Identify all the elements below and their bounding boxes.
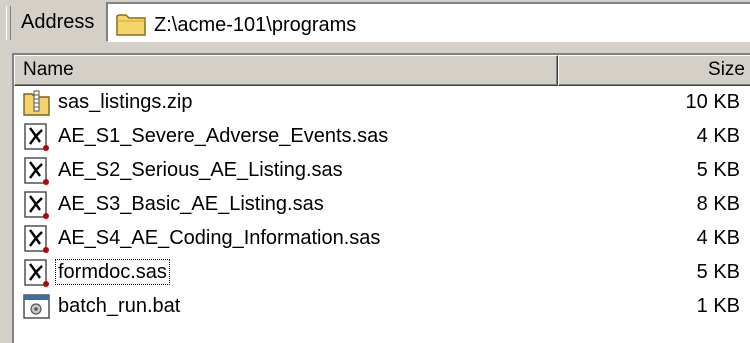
file-size: 10 KB [685,91,740,113]
file-size: 1 KB [696,295,740,317]
sas-file-icon[interactable] [22,156,52,186]
address-field[interactable]: Z:\acme-101\programs [106,2,750,42]
sas-file-icon[interactable] [22,122,52,152]
file-size: 5 KB [696,261,740,283]
address-bar: Address Z:\acme-101\programs [0,0,750,46]
file-size: 8 KB [696,193,740,215]
batch-file-icon[interactable] [22,292,52,322]
zip-folder-icon[interactable] [22,88,52,118]
column-header-name[interactable]: Name [14,55,558,86]
file-name[interactable]: AE_S1_Severe_Adverse_Events.sas [56,124,390,148]
file-list-view[interactable]: Name Size sas_listings.zip 10 KB AE_S1_Sev… [12,53,750,343]
file-name[interactable]: AE_S3_Basic_AE_Listing.sas [56,192,326,216]
file-row[interactable]: AE_S3_Basic_AE_Listing.sas 8 KB [14,188,750,222]
file-row[interactable]: AE_S1_Severe_Adverse_Events.sas 4 KB [14,120,750,154]
toolbar-grip[interactable] [6,6,11,40]
sas-file-icon[interactable] [22,258,52,288]
file-row[interactable]: AE_S2_Serious_AE_Listing.sas 5 KB [14,154,750,188]
file-row[interactable]: AE_S4_AE_Coding_Information.sas 4 KB [14,222,750,256]
file-size: 4 KB [696,125,740,147]
sas-file-icon[interactable] [22,190,52,220]
file-rows: sas_listings.zip 10 KB AE_S1_Severe_Advers… [14,86,750,324]
address-path[interactable]: Z:\acme-101\programs [154,13,356,37]
file-name[interactable]: AE_S4_AE_Coding_Information.sas [56,226,382,250]
sas-file-icon[interactable] [22,224,52,254]
file-row[interactable]: sas_listings.zip 10 KB [14,86,750,120]
file-name[interactable]: sas_listings.zip [56,90,195,114]
file-size: 5 KB [696,159,740,181]
folder-icon [116,14,146,36]
file-name[interactable]: AE_S2_Serious_AE_Listing.sas [56,158,345,182]
file-name[interactable]: formdoc.sas [55,259,170,285]
file-name[interactable]: batch_run.bat [56,294,182,318]
file-row[interactable]: formdoc.sas 5 KB [14,256,750,290]
file-row[interactable]: batch_run.bat 1 KB [14,290,750,324]
file-size: 4 KB [696,227,740,249]
address-label: Address [21,11,95,33]
column-header-size[interactable]: Size [558,55,750,86]
